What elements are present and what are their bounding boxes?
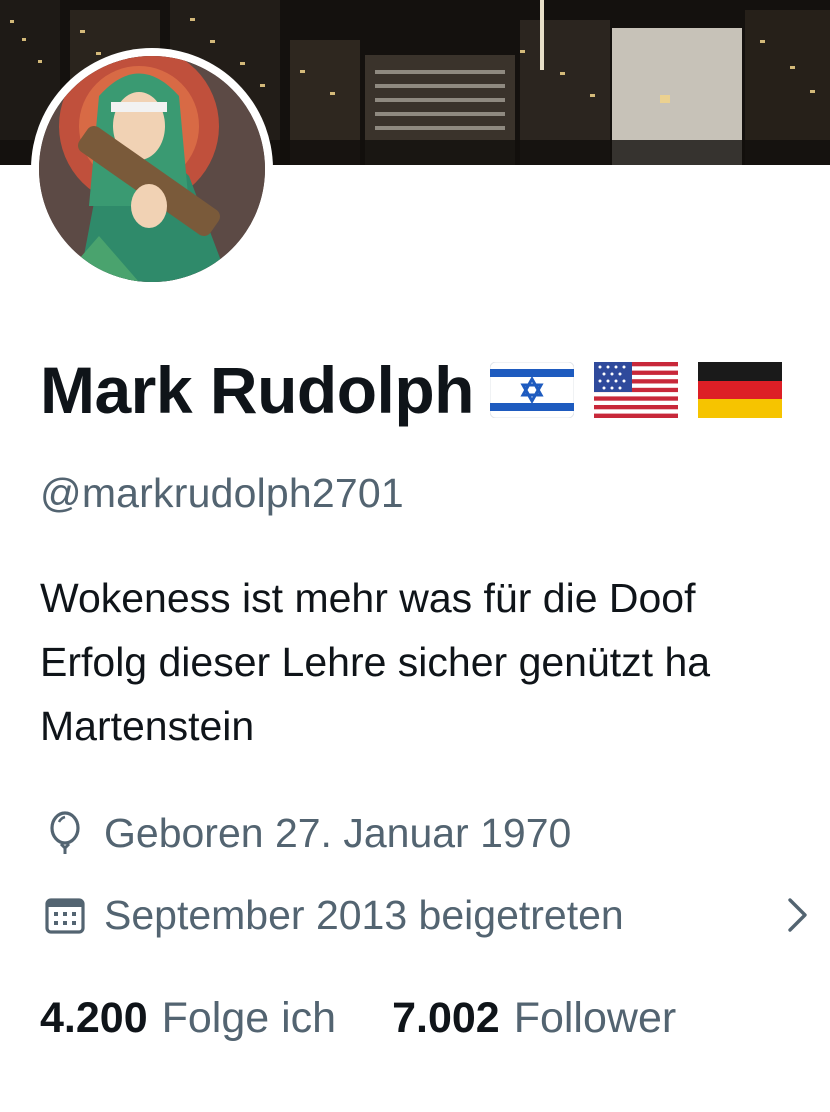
profile-stats: 4.200 Folge ich 7.002 Follower (40, 988, 676, 1048)
balloon-icon (50, 811, 80, 854)
display-name: Mark Rudolph (40, 353, 475, 427)
flag-israel-icon (490, 362, 574, 418)
flag-germany-icon (698, 362, 782, 418)
profile-name-row: Mark Rudolph (40, 348, 830, 432)
followers-label: Follower (513, 993, 677, 1042)
avatar-image (39, 56, 265, 282)
profile-bio: Wokeness ist mehr was für die Doof Erfol… (40, 566, 830, 758)
birthdate-text: Geboren 27. Januar 1970 (104, 809, 572, 856)
followers-count: 7.002 (392, 993, 500, 1042)
flag-usa-icon (594, 362, 678, 418)
bio-line: Wokeness ist mehr was für die Doof (40, 575, 696, 621)
followers-link[interactable]: 7.002 Follower (392, 994, 676, 1043)
bio-line: Martenstein (40, 703, 255, 749)
profile-handle: @markrudolph2701 (40, 470, 404, 516)
birthdate-row: Geboren 27. Januar 1970 (40, 804, 820, 862)
bio-line: Erfolg dieser Lehre sicher genützt ha (40, 639, 711, 685)
following-link[interactable]: 4.200 Folge ich (40, 994, 336, 1043)
following-label: Folge ich (161, 993, 337, 1042)
joined-text: September 2013 beigetreten (104, 891, 624, 938)
profile-avatar[interactable] (31, 48, 273, 290)
joined-row[interactable]: September 2013 beigetreten (40, 886, 820, 944)
following-count: 4.200 (40, 993, 148, 1042)
calendar-icon (45, 898, 85, 934)
chevron-right-icon[interactable] (772, 890, 822, 940)
